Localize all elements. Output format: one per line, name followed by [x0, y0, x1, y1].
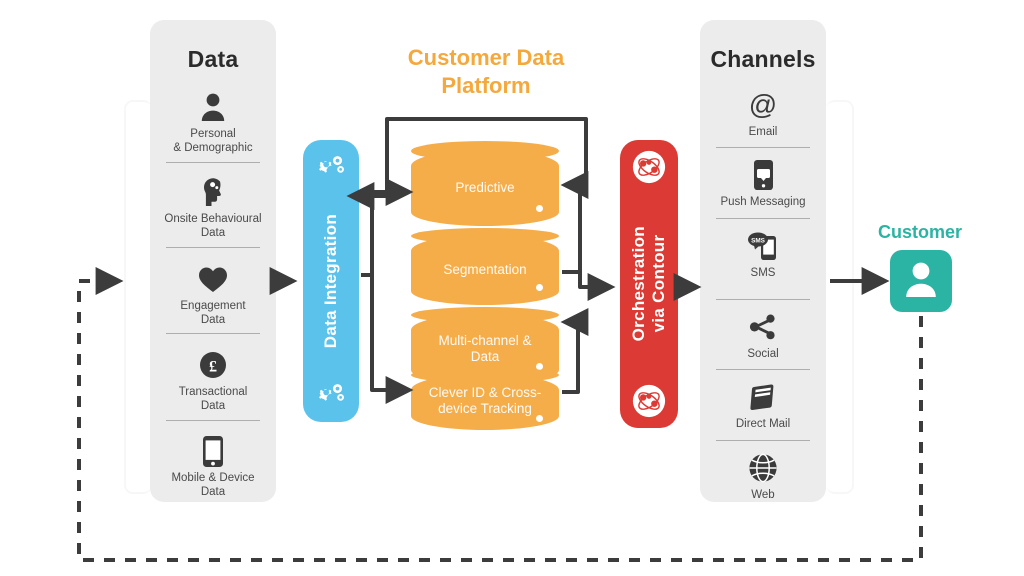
arrow-cleverid-to-multichannel — [560, 308, 589, 394]
data-item-transactional-label: Transactional Data — [178, 386, 248, 412]
page-title: Customer Data Platform — [407, 45, 565, 98]
data-item-mobile-label: Mobile & Device Data — [171, 472, 255, 498]
heart-icon — [150, 262, 276, 296]
cylinder-predictive[interactable]: Predictive — [411, 141, 559, 226]
data-item-transactional[interactable]: £ Transactional Data — [150, 348, 276, 413]
cylinder-cleverid[interactable]: Clever ID & Cross- device Tracking — [411, 367, 559, 430]
cylinder-stack: Predictive Segmentation Multi-channel & … — [411, 140, 559, 430]
cylinder-segmentation[interactable]: Segmentation — [411, 228, 559, 305]
cylinder-cleverid-label: Clever ID & Cross- device Tracking — [428, 384, 542, 416]
data-divider-1 — [166, 162, 260, 163]
orchestration-bar[interactable]: Orchestration via Contour — [620, 140, 678, 428]
channel-item-web[interactable]: Web — [700, 451, 826, 502]
diagram-canvas: Data Personal & Demographic Onsite Behav… — [0, 0, 1024, 576]
arrow-integration-to-cleverid — [361, 273, 414, 404]
svg-text:@: @ — [749, 90, 777, 120]
sms-icon: SMS — [700, 229, 826, 263]
channel-item-direct-mail-label: Direct Mail — [735, 418, 791, 430]
data-divider-4 — [166, 420, 260, 421]
data-integration-bar-label-wrap: Data Integration — [321, 184, 341, 378]
cylinder-top-ellipse — [411, 367, 559, 383]
channel-item-web-label: Web — [751, 489, 775, 501]
data-item-personal[interactable]: Personal & Demographic — [150, 90, 276, 155]
channel-item-push-label: Push Messaging — [720, 196, 806, 208]
data-item-onsite-label: Onsite Behavioural Data — [164, 213, 262, 239]
brain-head-icon — [150, 175, 276, 209]
cylinder-top-ellipse — [411, 307, 559, 323]
cylinder-multichannel-label: Multi-channel & Data — [438, 333, 532, 364]
arrow-integration-to-segmentation — [361, 178, 414, 277]
channels-bracket-right — [826, 100, 854, 494]
channels-panel: Channels @ Email Push Messaging SMS SMS — [700, 20, 826, 502]
atom-icon — [632, 150, 666, 184]
channel-item-email[interactable]: @ Email — [700, 88, 826, 139]
svg-text:SMS: SMS — [751, 238, 766, 245]
cylinder-segmentation-label: Segmentation — [443, 262, 527, 277]
channel-item-sms[interactable]: SMS SMS — [700, 229, 826, 280]
channels-divider-3 — [716, 299, 810, 300]
channels-divider-4 — [716, 369, 810, 370]
channel-item-direct-mail[interactable]: Direct Mail — [700, 380, 826, 431]
data-item-mobile[interactable]: Mobile & Device Data — [150, 434, 276, 499]
channels-divider-5 — [716, 440, 810, 441]
data-item-personal-label: Personal & Demographic — [173, 128, 253, 154]
channels-divider-2 — [716, 218, 810, 219]
channel-item-push[interactable]: Push Messaging — [700, 158, 826, 209]
share-icon — [700, 310, 826, 344]
cylinder-dot — [536, 205, 543, 212]
channel-item-social[interactable]: Social — [700, 310, 826, 361]
channel-item-social-label: Social — [747, 348, 779, 360]
orchestration-bar-label: Orchestration via Contour — [629, 226, 668, 342]
at-sign-icon: @ — [700, 88, 826, 122]
svg-text:£: £ — [209, 359, 217, 376]
channels-divider-1 — [716, 147, 810, 148]
data-integration-bar-label: Data Integration — [321, 213, 340, 349]
cylinder-top-ellipse — [411, 141, 559, 161]
arrow-segmentation-to-orchestration — [562, 270, 616, 301]
cylinder-dot — [536, 415, 543, 422]
customer-label: Customer — [877, 222, 962, 242]
cylinder-predictive-label: Predictive — [455, 180, 515, 195]
data-item-engagement-label: Engagement Data — [180, 300, 246, 326]
push-notification-icon — [700, 158, 826, 192]
orchestration-bar-label-wrap: Orchestration via Contour — [629, 184, 669, 384]
customer-avatar-icon — [904, 260, 938, 303]
data-divider-3 — [166, 333, 260, 334]
atom-icon — [632, 384, 666, 418]
gears-icon — [314, 378, 348, 412]
customer-avatar[interactable] — [890, 250, 952, 312]
data-panel: Data Personal & Demographic Onsite Behav… — [150, 20, 276, 502]
channel-item-sms-label: SMS — [750, 267, 776, 279]
data-item-engagement[interactable]: Engagement Data — [150, 262, 276, 327]
data-item-onsite[interactable]: Onsite Behavioural Data — [150, 175, 276, 240]
channels-panel-title: Channels — [710, 46, 816, 72]
data-panel-title: Data — [187, 46, 239, 72]
data-integration-bar[interactable]: Data Integration — [303, 140, 359, 422]
channel-item-email-label: Email — [748, 126, 778, 138]
book-mail-icon — [700, 380, 826, 414]
person-icon — [150, 90, 276, 124]
pound-coin-icon: £ — [150, 348, 276, 382]
cylinder-top-ellipse — [411, 228, 559, 244]
data-divider-2 — [166, 247, 260, 248]
data-bracket-left — [124, 100, 152, 494]
gears-icon — [314, 150, 348, 184]
arrow-predictive-feedback — [560, 171, 589, 274]
cylinder-dot — [536, 284, 543, 291]
mobile-phone-icon — [150, 434, 276, 468]
globe-icon — [700, 451, 826, 485]
